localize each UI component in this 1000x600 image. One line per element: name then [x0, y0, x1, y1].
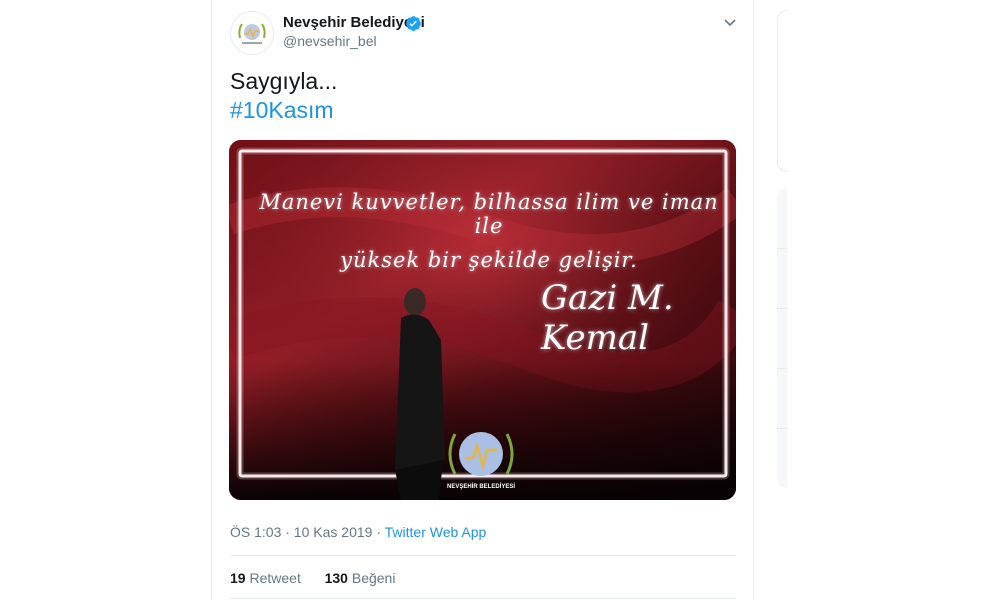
tweet-meta: ÖS 1:03 · 10 Kas 2019 · Twitter Web App: [230, 524, 486, 540]
chevron-down-icon[interactable]: [722, 14, 738, 30]
retweet-label: Retweet: [249, 570, 301, 586]
right-sidebar: [777, 0, 788, 600]
quote-line: Manevi kuvvetler, bilhassa ilim ve iman …: [259, 190, 719, 238]
like-label: Beğeni: [351, 570, 396, 586]
handle[interactable]: @nevsehir_bel: [283, 33, 377, 49]
tweet-stats: 19 Retweet 130 Beğeni: [230, 570, 395, 586]
source-app-link[interactable]: Twitter Web App: [385, 524, 487, 540]
likes-stat[interactable]: 130 Beğeni: [325, 570, 396, 586]
sidebar-trends-panel: [777, 188, 787, 488]
divider: [230, 598, 736, 599]
tweet-media-image[interactable]: Manevi kuvvetler, bilhassa ilim ve iman …: [229, 140, 736, 500]
sidebar-search-box: [777, 10, 788, 172]
tweet-text: Saygıyla... #10Kasım: [230, 67, 337, 125]
retweet-count: 19: [230, 570, 246, 586]
like-count: 130: [324, 570, 348, 586]
quote-line: yüksek bir şekilde gelişir.: [340, 248, 638, 272]
timestamp[interactable]: ÖS 1:03 · 10 Kas 2019 ·: [230, 524, 381, 540]
avatar[interactable]: [230, 11, 274, 55]
divider: [230, 555, 736, 556]
retweets-stat[interactable]: 19 Retweet: [230, 570, 305, 586]
verified-badge-icon: [406, 16, 421, 31]
municipality-logo: NEVŞEHİR BELEDİYESİ: [437, 424, 525, 494]
signature: Gazi M. Kemal: [541, 278, 674, 358]
logo-caption: NEVŞEHİR BELEDİYESİ: [446, 484, 515, 490]
hashtag-link[interactable]: #10Kasım: [230, 96, 337, 125]
tweet-text-line: Saygıyla...: [230, 68, 338, 94]
display-name[interactable]: Nevşehir Belediyesi: [283, 14, 425, 31]
quote-text: Manevi kuvvetler, bilhassa ilim ve iman …: [254, 190, 724, 272]
